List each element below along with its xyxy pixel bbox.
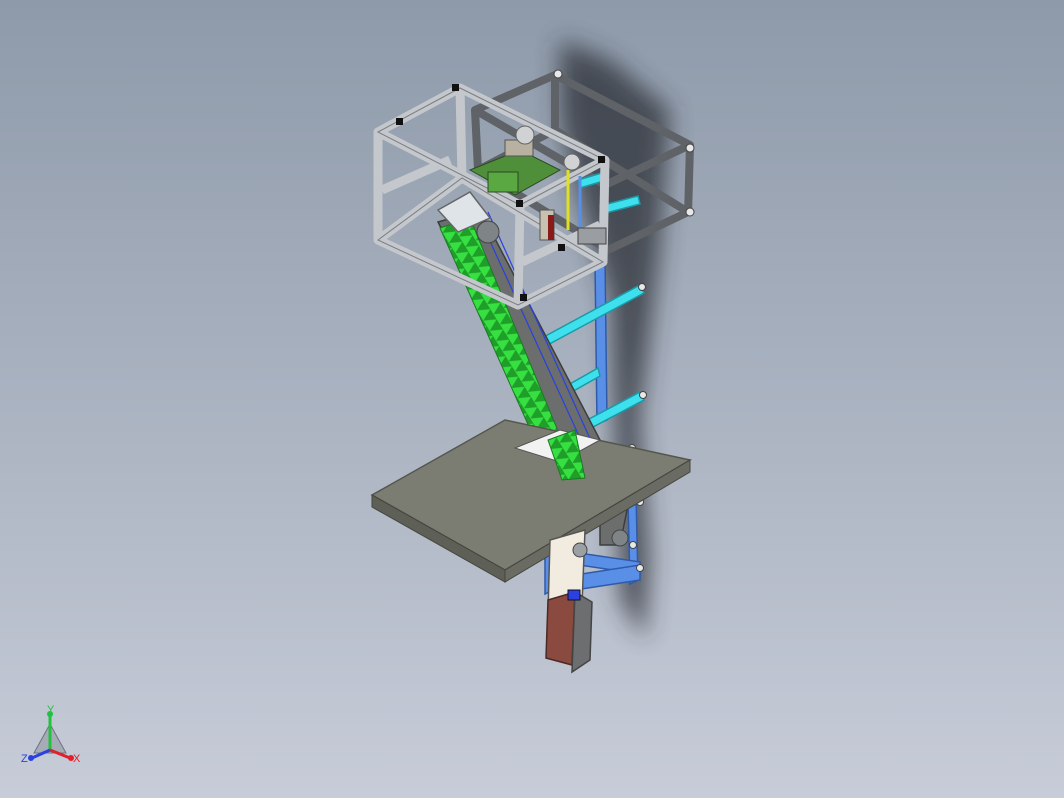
triad-label-y: Y — [47, 704, 55, 716]
triad-label-x: X — [73, 753, 81, 765]
triad-label-z: Z — [21, 753, 28, 765]
orientation-triad[interactable]: Y X Z — [21, 704, 81, 765]
drive-unit[interactable] — [545, 528, 593, 674]
cad-viewport[interactable]: Y X Z — [0, 0, 1064, 798]
